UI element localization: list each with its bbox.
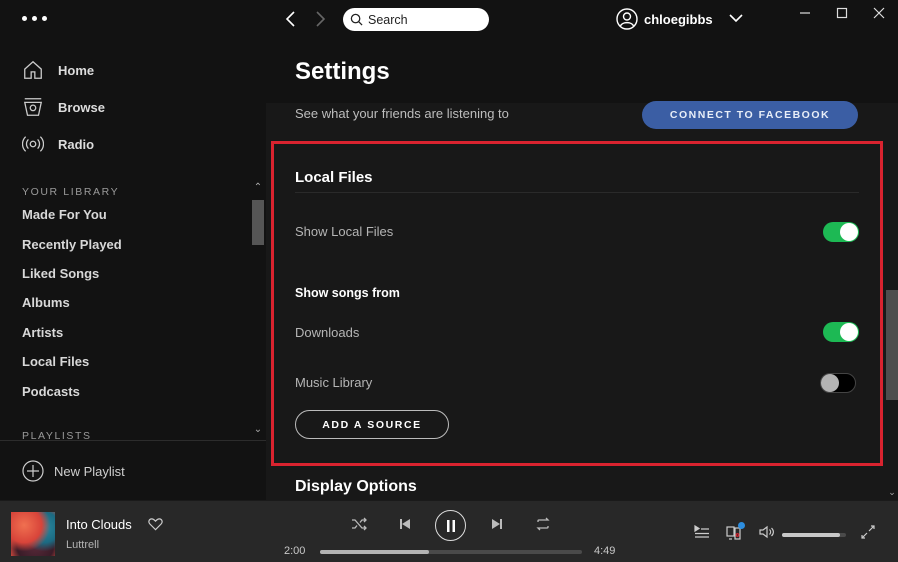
maximize-icon[interactable] xyxy=(836,7,848,19)
sidebar-divider xyxy=(0,440,266,441)
fullscreen-icon[interactable] xyxy=(861,525,875,539)
plus-circle-icon xyxy=(22,460,44,482)
browse-icon xyxy=(23,98,43,116)
progress-fill xyxy=(320,550,429,554)
heart-icon[interactable] xyxy=(148,517,163,531)
music-library-toggle[interactable] xyxy=(820,373,856,393)
library-item-local-files[interactable]: Local Files xyxy=(22,354,89,369)
search-input[interactable]: Search xyxy=(343,8,489,31)
queue-icon[interactable] xyxy=(694,525,710,539)
library-item-albums[interactable]: Albums xyxy=(22,295,70,310)
sidebar-scrollbar[interactable]: ⌃ ⌄ xyxy=(250,182,266,442)
home-icon xyxy=(24,60,42,79)
your-library-header: YOUR LIBRARY xyxy=(22,186,120,198)
source-downloads-label: Downloads xyxy=(295,325,360,340)
section-divider xyxy=(295,192,859,193)
elapsed-time: 2:00 xyxy=(284,545,306,557)
forward-arrow-icon[interactable] xyxy=(311,10,329,28)
main-scrollbar[interactable]: ⌄ xyxy=(886,130,898,500)
pause-button[interactable] xyxy=(435,510,466,541)
show-local-files-label: Show Local Files xyxy=(295,224,394,239)
connect-facebook-button[interactable]: CONNECT TO FACEBOOK xyxy=(642,101,858,129)
now-playing-bar: Into Clouds Luttrell 2:00 4:49 xyxy=(0,500,898,562)
library-item-podcasts[interactable]: Podcasts xyxy=(22,384,80,399)
sidebar-item-home[interactable]: Home xyxy=(22,59,94,81)
sidebar: Home Browse Radio YOUR LIBRARY Made For … xyxy=(0,0,266,500)
local-files-section-title: Local Files xyxy=(295,169,373,186)
library-item-artists[interactable]: Artists xyxy=(22,325,63,340)
more-dots-icon[interactable] xyxy=(22,16,47,21)
scroll-down-icon[interactable]: ⌄ xyxy=(252,424,264,435)
device-active-badge xyxy=(738,522,745,529)
track-artist[interactable]: Luttrell xyxy=(66,539,99,551)
scrollbar-thumb[interactable] xyxy=(252,200,264,245)
sidebar-item-label: Browse xyxy=(58,99,105,115)
volume-fill xyxy=(782,533,840,537)
sidebar-item-label: Radio xyxy=(58,136,95,152)
sidebar-item-browse[interactable]: Browse xyxy=(22,96,105,118)
toggle-knob xyxy=(821,374,839,392)
new-playlist-button[interactable]: New Playlist xyxy=(22,460,125,482)
display-options-section-title: Display Options xyxy=(295,478,417,495)
search-icon xyxy=(350,13,363,26)
sidebar-item-label: Home xyxy=(58,62,95,78)
user-avatar-icon xyxy=(616,8,638,30)
new-playlist-label: New Playlist xyxy=(54,463,125,479)
show-local-files-toggle[interactable] xyxy=(823,222,859,242)
source-music-library-label: Music Library xyxy=(295,375,373,390)
minimize-icon[interactable] xyxy=(799,7,811,19)
library-item-recently-played[interactable]: Recently Played xyxy=(22,237,122,252)
add-source-button[interactable]: ADD A SOURCE xyxy=(295,410,449,439)
album-cover[interactable] xyxy=(11,512,55,556)
facebook-description: See what your friends are listening to xyxy=(295,106,509,121)
search-placeholder: Search xyxy=(368,12,408,27)
chevron-down-icon[interactable] xyxy=(728,12,744,24)
radio-icon xyxy=(22,136,44,152)
toggle-knob xyxy=(840,323,858,341)
shuffle-icon[interactable] xyxy=(351,517,367,531)
show-songs-from-heading: Show songs from xyxy=(295,286,400,300)
close-icon[interactable] xyxy=(873,7,885,19)
track-duration: 4:49 xyxy=(594,545,616,557)
library-item-liked-songs[interactable]: Liked Songs xyxy=(22,266,99,281)
scroll-up-icon[interactable]: ⌃ xyxy=(252,182,264,193)
username: chloegibbs xyxy=(644,11,713,27)
scroll-down-icon[interactable]: ⌄ xyxy=(886,487,898,498)
track-title[interactable]: Into Clouds xyxy=(66,517,132,532)
repeat-icon[interactable] xyxy=(535,517,551,531)
progress-bar[interactable] xyxy=(320,550,582,554)
user-menu[interactable]: chloegibbs xyxy=(616,8,713,30)
library-item-made-for-you[interactable]: Made For You xyxy=(22,207,107,222)
scrollbar-thumb[interactable] xyxy=(886,290,898,400)
toggle-knob xyxy=(840,223,858,241)
previous-track-icon[interactable] xyxy=(398,517,412,531)
pause-icon xyxy=(446,519,455,532)
main-content: Search chloegibbs Settings See what your… xyxy=(266,0,898,500)
volume-slider[interactable] xyxy=(782,533,846,537)
page-title: Settings xyxy=(295,58,390,85)
top-bar: Search chloegibbs Settings xyxy=(266,0,898,103)
next-track-icon[interactable] xyxy=(490,517,504,531)
spotify-app: Home Browse Radio YOUR LIBRARY Made For … xyxy=(0,0,898,562)
sidebar-item-radio[interactable]: Radio xyxy=(22,133,94,155)
volume-icon[interactable] xyxy=(759,525,775,539)
back-arrow-icon[interactable] xyxy=(282,10,300,28)
window-controls xyxy=(786,0,898,26)
downloads-toggle[interactable] xyxy=(823,322,859,342)
